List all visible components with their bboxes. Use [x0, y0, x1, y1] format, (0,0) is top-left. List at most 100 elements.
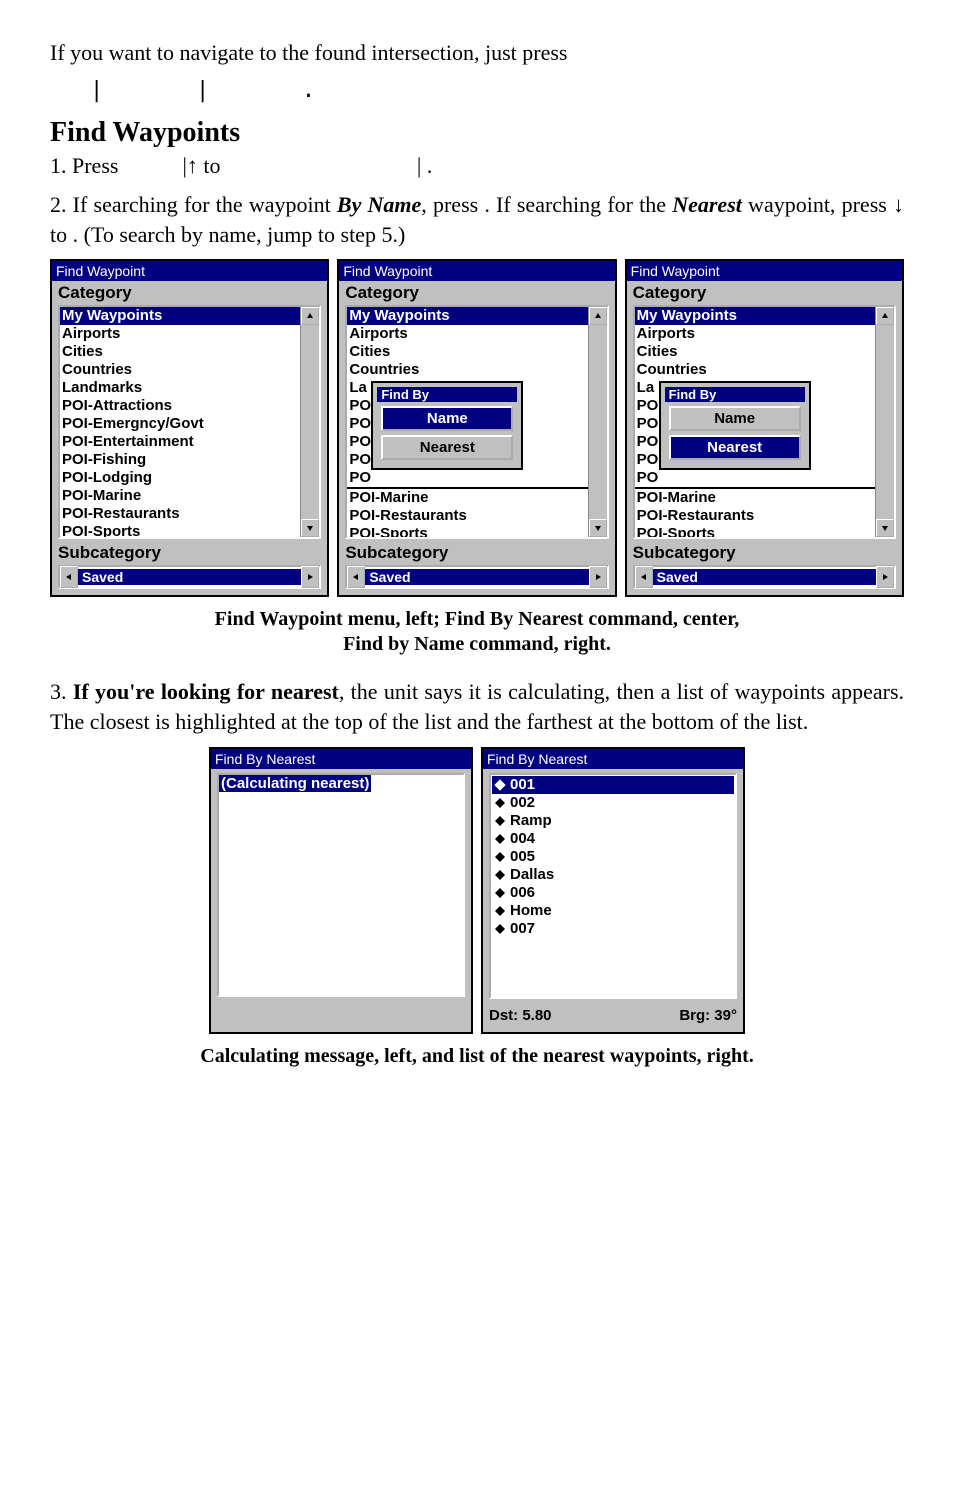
list-item[interactable]: POI-Restaurants [60, 505, 300, 523]
category-label: Category [345, 283, 608, 303]
scroll-up-icon[interactable] [301, 307, 319, 325]
list-item[interactable]: POI-Sports [347, 525, 587, 537]
chevron-right-icon[interactable] [589, 566, 607, 588]
list-item[interactable]: My Waypoints [347, 307, 587, 325]
list-item[interactable]: Cities [635, 343, 875, 361]
nearest-button[interactable]: Nearest [381, 435, 513, 460]
nearest-listbox: (Calculating nearest) [217, 773, 465, 997]
nearest-button[interactable]: Nearest [669, 435, 801, 460]
window-title: Find Waypoint [627, 261, 902, 281]
scrollbar[interactable] [588, 307, 607, 537]
find-waypoint-window-left: Find Waypoint Category My Waypoints Airp… [50, 259, 329, 597]
window-title: Find By Nearest [483, 749, 743, 769]
popup-title: Find By [665, 387, 805, 402]
scrollbar[interactable] [875, 307, 894, 537]
caption-1: Find Waypoint menu, left; Find By Neares… [50, 607, 904, 657]
category-listbox[interactable]: My Waypoints Airports Cities Countries L… [633, 305, 896, 539]
distance-value: Dst: 5.80 [489, 1007, 552, 1024]
window-title: Find By Nearest [211, 749, 471, 769]
waypoint-icon [494, 887, 506, 899]
subcategory-value: Saved [653, 569, 876, 585]
list-item[interactable]: POI-Entertainment [60, 433, 300, 451]
waypoint-icon [494, 797, 506, 809]
waypoint-item[interactable]: 004 [492, 830, 734, 848]
find-by-popup: Find By Name Nearest [371, 381, 523, 470]
step-3: 3. If you're looking for nearest, the un… [50, 677, 904, 736]
list-item[interactable]: Airports [60, 325, 300, 343]
chevron-left-icon[interactable] [635, 566, 653, 588]
subcategory-value: Saved [365, 569, 588, 585]
name-button[interactable]: Name [381, 406, 513, 431]
waypoint-icon [494, 833, 506, 845]
waypoint-icon [494, 851, 506, 863]
bearing-value: Brg: 39° [679, 1007, 737, 1024]
list-item[interactable]: Cities [60, 343, 300, 361]
popup-title: Find By [377, 387, 517, 402]
scroll-down-icon[interactable] [876, 519, 894, 537]
chevron-right-icon[interactable] [301, 566, 319, 588]
scroll-down-icon[interactable] [301, 519, 319, 537]
list-item[interactable]: My Waypoints [635, 307, 875, 325]
list-item[interactable]: Countries [635, 361, 875, 379]
waypoint-icon [494, 923, 506, 935]
waypoint-icon [494, 869, 506, 881]
category-listbox[interactable]: My Waypoints Airports Cities Countries L… [345, 305, 608, 539]
find-waypoint-window-center: Find Waypoint Category My Waypoints Airp… [337, 259, 616, 597]
scroll-up-icon[interactable] [876, 307, 894, 325]
list-item[interactable]: Airports [635, 325, 875, 343]
subcategory-selector[interactable]: Saved [58, 565, 321, 589]
list-item[interactable]: PO [635, 469, 875, 489]
list-item[interactable]: POI-Fishing [60, 451, 300, 469]
list-item[interactable]: Landmarks [60, 379, 300, 397]
name-button[interactable]: Name [669, 406, 801, 431]
scroll-down-icon[interactable] [589, 519, 607, 537]
list-item[interactable]: Airports [347, 325, 587, 343]
category-label: Category [58, 283, 321, 303]
find-waypoint-screens: Find Waypoint Category My Waypoints Airp… [50, 259, 904, 597]
list-item[interactable]: POI-Restaurants [635, 507, 875, 525]
list-item[interactable]: Countries [347, 361, 587, 379]
window-title: Find Waypoint [52, 261, 327, 281]
chevron-left-icon[interactable] [60, 566, 78, 588]
nearest-window-results: Find By Nearest 001 002 Ramp 004 005 [481, 747, 745, 1034]
subcategory-selector[interactable]: Saved [345, 565, 608, 589]
category-listbox[interactable]: My Waypoints Airports Cities Countries L… [58, 305, 321, 539]
nearest-listbox[interactable]: 001 002 Ramp 004 005 Dallas [489, 773, 737, 999]
scrollbar[interactable] [300, 307, 319, 537]
waypoint-item[interactable]: Dallas [492, 866, 734, 884]
list-item[interactable]: POI-Emergncy/Govt [60, 415, 300, 433]
list-item[interactable]: Cities [347, 343, 587, 361]
waypoint-item[interactable]: 006 [492, 884, 734, 902]
find-by-popup: Find By Name Nearest [659, 381, 811, 470]
list-item[interactable]: POI-Attractions [60, 397, 300, 415]
list-item[interactable]: POI-Restaurants [347, 507, 587, 525]
waypoint-item[interactable]: Home [492, 902, 734, 920]
list-item[interactable]: POI-Marine [60, 487, 300, 505]
subcategory-value: Saved [78, 569, 301, 585]
caption-2: Calculating message, left, and list of t… [50, 1044, 904, 1069]
waypoint-item[interactable]: 002 [492, 794, 734, 812]
list-item[interactable]: My Waypoints [60, 307, 300, 325]
waypoint-item[interactable]: 005 [492, 848, 734, 866]
chevron-left-icon[interactable] [347, 566, 365, 588]
step-2: 2. If searching for the waypoint By Name… [50, 190, 904, 249]
waypoint-icon [494, 815, 506, 827]
nearest-window-calculating: Find By Nearest (Calculating nearest) [209, 747, 473, 1034]
waypoint-item[interactable]: 007 [492, 920, 734, 938]
waypoint-item[interactable]: Ramp [492, 812, 734, 830]
list-item[interactable]: POI-Marine [635, 489, 875, 507]
list-item[interactable]: POI-Marine [347, 489, 587, 507]
list-item[interactable]: POI-Lodging [60, 469, 300, 487]
list-item[interactable]: PO [347, 469, 587, 489]
status-bar: Dst: 5.80 Brg: 39° [489, 1007, 737, 1024]
subcategory-selector[interactable]: Saved [633, 565, 896, 589]
calculating-message: (Calculating nearest) [219, 775, 371, 792]
subcategory-label: Subcategory [58, 543, 321, 563]
chevron-right-icon[interactable] [876, 566, 894, 588]
list-item[interactable]: POI-Sports [635, 525, 875, 537]
waypoint-icon [494, 779, 506, 791]
list-item[interactable]: POI-Sports [60, 523, 300, 537]
waypoint-item[interactable]: 001 [492, 776, 734, 794]
list-item[interactable]: Countries [60, 361, 300, 379]
scroll-up-icon[interactable] [589, 307, 607, 325]
